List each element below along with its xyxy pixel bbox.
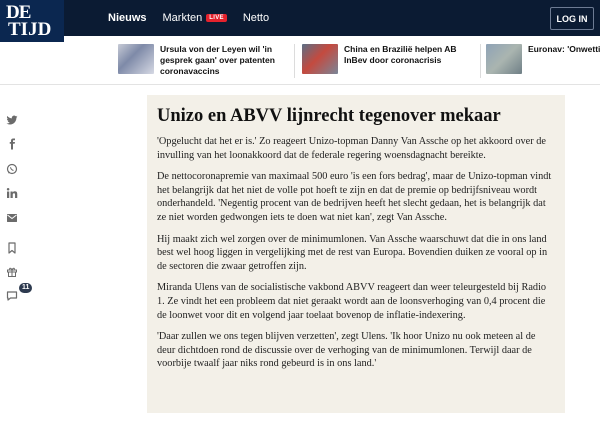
headline-card[interactable]: China en Brazilië helpen AB InBev door c… [302, 44, 472, 76]
main-nav: Nieuws Markten LIVE Netto [108, 0, 285, 36]
top-nav-bar: Nieuws Markten LIVE Netto LOG IN [0, 0, 600, 36]
headline-strip: Ursula von der Leyen wil 'in gesprek gaa… [0, 36, 600, 85]
whatsapp-icon[interactable] [5, 162, 19, 176]
article-paragraph: De nettocoronapremie van maximaal 500 eu… [157, 171, 552, 223]
logo-line-2: TIJD [8, 19, 52, 40]
de-tijd-logo[interactable]: DE TIJD [0, 0, 64, 42]
headline-thumbnail [118, 44, 154, 74]
facebook-icon[interactable] [5, 137, 19, 151]
headline-text: China en Brazilië helpen AB InBev door c… [344, 44, 457, 65]
nav-item-netto[interactable]: Netto [243, 12, 269, 24]
article-paragraph: Miranda Ulens van de socialistische vakb… [157, 282, 547, 321]
headline-card[interactable]: Euronav: 'Onwetti verhindert sloop c [486, 44, 600, 76]
comment-count-badge: 11 [19, 283, 33, 293]
headline-text: Ursula von der Leyen wil 'in gesprek gaa… [160, 44, 275, 76]
headline-card[interactable]: Ursula von der Leyen wil 'in gesprek gaa… [118, 44, 288, 76]
login-button[interactable]: LOG IN [550, 7, 594, 30]
article-paragraph: 'Daar zullen we ons tegen blijven verzet… [157, 331, 536, 370]
linkedin-icon[interactable] [5, 186, 19, 200]
article-box: Unizo en ABVV lijnrecht tegenover mekaar… [147, 95, 565, 413]
headline-thumbnail [302, 44, 338, 74]
gift-icon[interactable] [5, 265, 19, 279]
nav-item-label: Nieuws [108, 12, 147, 24]
twitter-icon[interactable] [5, 113, 19, 127]
divider [294, 44, 295, 78]
article-paragraph: 'Opgelucht dat het er is.' Zo reageert U… [157, 136, 546, 161]
nav-item-nieuws[interactable]: Nieuws [108, 12, 147, 24]
nav-item-markten[interactable]: Markten LIVE [163, 12, 227, 24]
bookmark-icon[interactable] [5, 241, 19, 255]
headline-thumbnail [486, 44, 522, 74]
article-title: Unizo en ABVV lijnrecht tegenover mekaar [157, 106, 501, 126]
nav-item-label: Markten [162, 12, 203, 24]
nav-item-label: Netto [242, 12, 270, 24]
article-paragraph: Hij maakt zich wel zorgen over de minimu… [157, 233, 548, 272]
mail-icon[interactable] [5, 211, 19, 225]
divider [480, 44, 481, 78]
comment-icon[interactable]: 11 [5, 283, 33, 303]
live-badge: LIVE [206, 14, 227, 22]
headline-text: Euronav: 'Onwetti verhindert sloop c [528, 44, 600, 54]
